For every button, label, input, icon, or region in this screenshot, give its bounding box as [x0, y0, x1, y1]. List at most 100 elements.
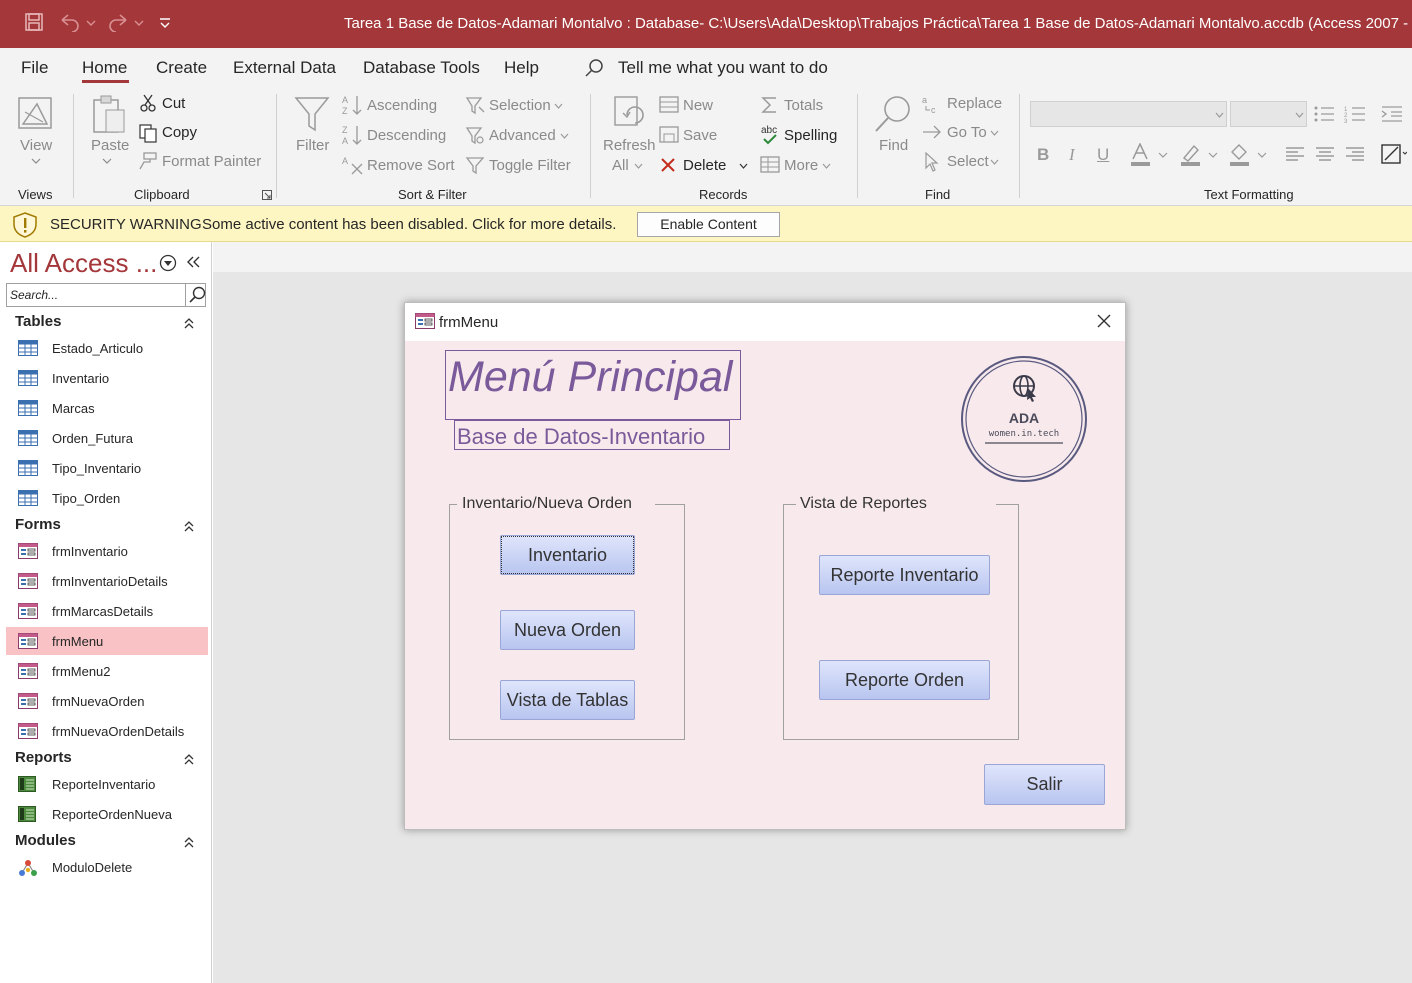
nav-item-inventario[interactable]: Inventario — [6, 364, 208, 392]
tell-me-search[interactable]: Tell me what you want to do — [618, 58, 828, 78]
filter-icon[interactable] — [294, 96, 330, 132]
cut-icon[interactable] — [139, 94, 157, 112]
vista-de-tablas-button[interactable]: Vista de Tablas — [500, 680, 635, 720]
toggle-filter-icon[interactable] — [465, 155, 485, 175]
close-icon[interactable] — [1095, 312, 1113, 330]
numbered-list-icon[interactable]: 123 — [1344, 105, 1366, 123]
nav-item-estado-articulo[interactable]: Estado_Articulo — [6, 334, 208, 362]
advanced-filter-icon[interactable] — [465, 125, 485, 145]
new-record-icon[interactable] — [659, 96, 679, 114]
form-title-bar[interactable]: frmMenu — [405, 303, 1125, 341]
toggle-filter-label[interactable]: Toggle Filter — [489, 157, 571, 174]
tab-external-data[interactable]: External Data — [233, 58, 336, 78]
collapse-chevron-icon[interactable] — [183, 753, 195, 765]
font-size-dropdown[interactable] — [1230, 101, 1307, 127]
spelling-icon[interactable]: abc — [761, 124, 779, 146]
undo-icon[interactable] — [58, 12, 98, 32]
refresh-all-label[interactable]: All — [612, 157, 629, 174]
collapse-chevron-icon[interactable] — [183, 836, 195, 848]
nav-menu-chevron-icon[interactable] — [159, 254, 177, 272]
tab-database-tools[interactable]: Database Tools — [363, 58, 480, 78]
highlight-color-icon[interactable] — [1180, 143, 1220, 167]
descending-icon[interactable]: ZA — [342, 124, 364, 146]
nav-section-forms[interactable]: Forms — [15, 516, 61, 533]
align-center-icon[interactable] — [1315, 146, 1335, 162]
view-label[interactable]: View — [20, 137, 52, 154]
go-to-chevron-down-icon[interactable] — [990, 130, 999, 136]
reporte-orden-button[interactable]: Reporte Orden — [819, 660, 990, 700]
go-to-icon[interactable] — [922, 124, 942, 140]
nav-item-frmmenu[interactable]: frmMenu — [6, 627, 208, 655]
advanced-chevron-down-icon[interactable] — [560, 133, 569, 139]
collapse-chevron-icon[interactable] — [183, 520, 195, 532]
filter-label[interactable]: Filter — [296, 137, 329, 154]
italic-button[interactable]: I — [1069, 145, 1075, 165]
font-name-dropdown[interactable] — [1030, 101, 1227, 127]
refresh-icon[interactable] — [611, 95, 649, 133]
nav-item-frmnuevaordendetails[interactable]: frmNuevaOrdenDetails — [6, 717, 208, 745]
nav-item-frmnuevaorden[interactable]: frmNuevaOrden — [6, 687, 208, 715]
save-record-label[interactable]: Save — [683, 127, 717, 144]
search-icon[interactable] — [188, 286, 206, 304]
more-chevron-down-icon[interactable] — [822, 163, 831, 169]
refresh-label[interactable]: Refresh — [603, 137, 656, 154]
nav-item-reporteinventario[interactable]: ReporteInventario — [6, 770, 208, 798]
go-to-label[interactable]: Go To — [947, 124, 987, 141]
more-icon[interactable] — [760, 156, 780, 174]
tab-help[interactable]: Help — [504, 58, 539, 78]
paste-icon[interactable] — [91, 94, 127, 134]
inventario-button[interactable]: Inventario — [500, 535, 635, 575]
tab-file[interactable]: File — [21, 58, 48, 78]
nav-item-modulodelete[interactable]: ModuloDelete — [6, 853, 208, 881]
salir-button[interactable]: Salir — [984, 764, 1105, 805]
gridlines-icon[interactable] — [1381, 143, 1407, 165]
clipboard-launcher-icon[interactable] — [262, 190, 272, 200]
bold-button[interactable]: B — [1037, 145, 1049, 165]
replace-icon[interactable]: ac — [922, 94, 942, 114]
background-color-icon[interactable] — [1229, 143, 1269, 167]
align-left-icon[interactable] — [1285, 146, 1305, 162]
refresh-chevron-down-icon[interactable] — [634, 163, 643, 169]
totals-label[interactable]: Totals — [784, 97, 823, 114]
format-painter-icon[interactable] — [138, 151, 158, 171]
new-record-label[interactable]: New — [683, 97, 713, 114]
underline-button[interactable]: U — [1097, 145, 1109, 165]
nav-search-input[interactable]: Search... — [6, 283, 206, 307]
nav-item-tipo-orden[interactable]: Tipo_Orden — [6, 484, 208, 512]
nav-item-tipo-inventario[interactable]: Tipo_Inventario — [6, 454, 208, 482]
select-icon[interactable] — [924, 152, 940, 172]
replace-label[interactable]: Replace — [947, 95, 1002, 112]
enable-content-button[interactable]: Enable Content — [637, 212, 780, 237]
paste-label[interactable]: Paste — [91, 137, 129, 154]
redo-icon[interactable] — [106, 12, 146, 32]
delete-chevron-down-icon[interactable] — [739, 163, 748, 169]
nav-item-marcas[interactable]: Marcas — [6, 394, 208, 422]
selection-chevron-down-icon[interactable] — [554, 103, 563, 109]
nav-pane-title[interactable]: All Access ... — [10, 248, 157, 279]
security-warning-message[interactable]: Some active content has been disabled. C… — [202, 216, 616, 233]
copy-icon[interactable] — [138, 123, 158, 143]
nav-item-orden-futura[interactable]: Orden_Futura — [6, 424, 208, 452]
select-chevron-down-icon[interactable] — [990, 159, 999, 165]
nueva-orden-button[interactable]: Nueva Orden — [500, 610, 635, 650]
delete-icon[interactable] — [660, 157, 676, 173]
save-icon[interactable] — [24, 12, 44, 32]
nav-section-tables[interactable]: Tables — [15, 313, 61, 330]
customize-toolbar-icon[interactable] — [158, 17, 172, 29]
bullet-list-icon[interactable] — [1313, 105, 1335, 123]
tab-create[interactable]: Create — [156, 58, 207, 78]
find-label[interactable]: Find — [879, 137, 908, 154]
nav-item-frmmarcasdetails[interactable]: frmMarcasDetails — [6, 597, 208, 625]
tab-home[interactable]: Home — [82, 58, 127, 78]
nav-item-reporteordennueva[interactable]: ReporteOrdenNueva — [6, 800, 208, 828]
copy-label[interactable]: Copy — [162, 124, 197, 141]
selection-filter-icon[interactable] — [465, 95, 485, 115]
descending-label[interactable]: Descending — [367, 127, 446, 144]
collapse-pane-icon[interactable] — [187, 256, 201, 268]
totals-icon[interactable] — [761, 96, 779, 114]
view-chevron-down-icon[interactable] — [31, 158, 41, 164]
more-label[interactable]: More — [784, 157, 818, 174]
select-label[interactable]: Select — [947, 153, 989, 170]
spelling-label[interactable]: Spelling — [784, 127, 837, 144]
cut-label[interactable]: Cut — [162, 95, 185, 112]
